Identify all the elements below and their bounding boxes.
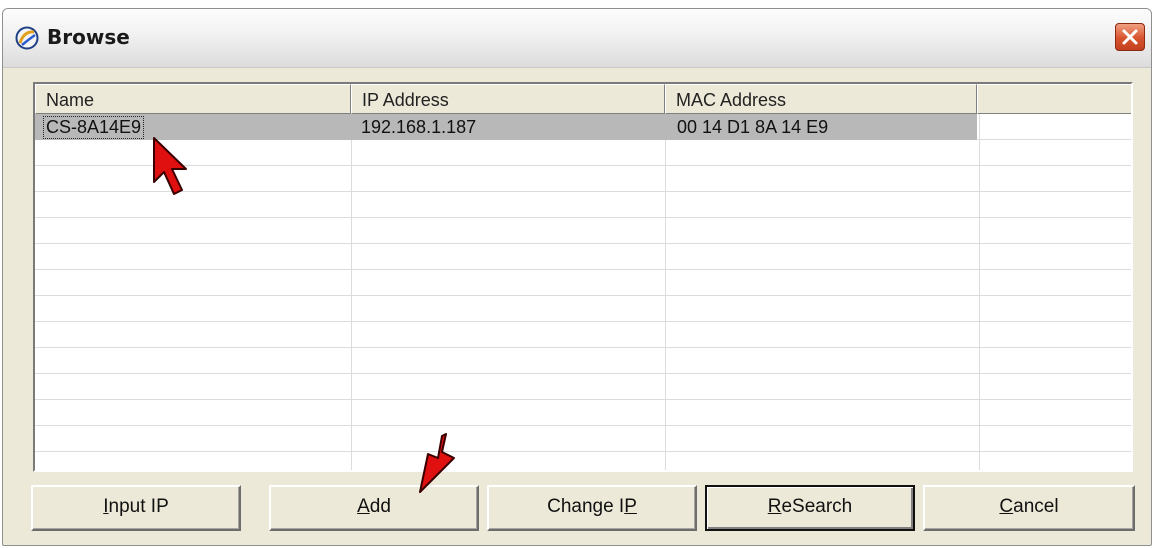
column-divider bbox=[979, 114, 980, 470]
column-header-ip-address[interactable]: IP Address bbox=[351, 84, 665, 114]
grid-line bbox=[35, 192, 1131, 218]
device-list[interactable]: Name IP Address MAC Address CS-8A14E9 19… bbox=[33, 82, 1133, 472]
mnemonic: R bbox=[767, 496, 782, 517]
list-header: Name IP Address MAC Address bbox=[35, 84, 1131, 114]
grid-line bbox=[35, 218, 1131, 244]
grid-line bbox=[35, 296, 1131, 322]
grid-line bbox=[35, 322, 1131, 348]
grid-line bbox=[35, 166, 1131, 192]
grid-line bbox=[35, 270, 1131, 296]
column-header-mac-address[interactable]: MAC Address bbox=[665, 84, 977, 114]
close-icon bbox=[1122, 29, 1138, 45]
input-ip-button[interactable]: Input IP bbox=[31, 485, 241, 531]
red-pointer-arrow-icon bbox=[153, 137, 187, 195]
close-button[interactable] bbox=[1115, 23, 1145, 51]
device-ip-cell: 192.168.1.187 bbox=[361, 117, 477, 137]
button-label-post: nput IP bbox=[108, 496, 169, 517]
browse-dialog: Browse Name IP Address MAC Address CS-8A… bbox=[2, 8, 1152, 546]
mnemonic: A bbox=[357, 496, 370, 517]
device-name-cell: CS-8A14E9 bbox=[43, 116, 145, 139]
mnemonic: P bbox=[624, 496, 637, 517]
research-button[interactable]: ReSearch bbox=[705, 485, 915, 531]
column-header-empty[interactable] bbox=[977, 84, 1131, 114]
button-label-post: ancel bbox=[1013, 496, 1059, 517]
window-title: Browse bbox=[47, 25, 130, 49]
button-label-post: eSearch bbox=[781, 496, 853, 517]
app-globe-icon bbox=[15, 26, 39, 50]
grid-line bbox=[35, 140, 1131, 166]
grid-line bbox=[35, 452, 1131, 470]
button-label-post: dd bbox=[369, 496, 391, 517]
red-down-arrow-icon bbox=[419, 433, 455, 493]
list-grid bbox=[35, 114, 1131, 470]
grid-line bbox=[35, 348, 1131, 374]
grid-line bbox=[35, 374, 1131, 400]
grid-line bbox=[35, 244, 1131, 270]
change-ip-button[interactable]: Change IP bbox=[487, 485, 697, 531]
column-header-name[interactable]: Name bbox=[35, 84, 351, 114]
column-divider bbox=[665, 114, 666, 470]
cancel-button[interactable]: Cancel bbox=[923, 485, 1135, 531]
device-mac-cell: 00 14 D1 8A 14 E9 bbox=[677, 117, 829, 137]
grid-line bbox=[35, 426, 1131, 452]
title-bar[interactable]: Browse bbox=[3, 9, 1151, 68]
column-divider bbox=[351, 114, 352, 470]
mnemonic: C bbox=[999, 496, 1014, 517]
grid-line bbox=[35, 400, 1131, 426]
button-label-pre: Change I bbox=[547, 496, 625, 517]
